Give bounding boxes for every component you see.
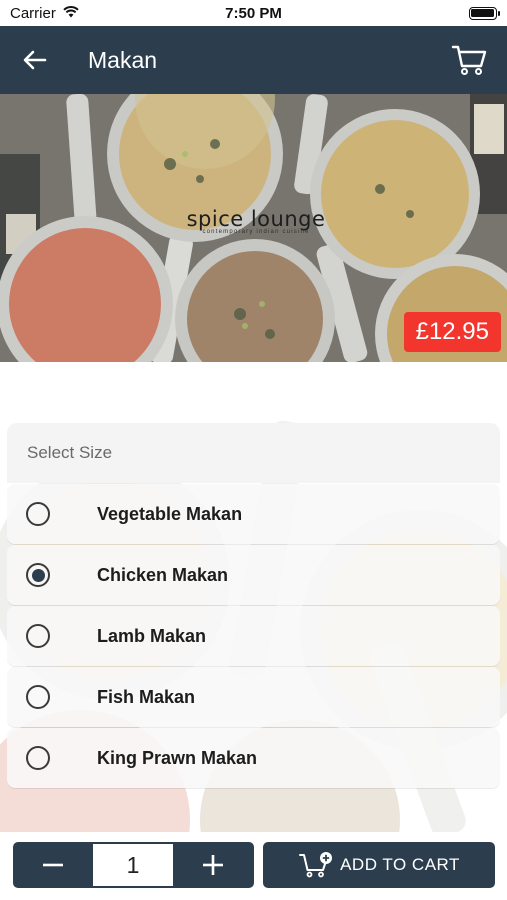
- option-king-prawn-makan[interactable]: King Prawn Makan: [7, 728, 500, 788]
- price-badge: £12.95: [403, 312, 501, 352]
- hero-image: spice lounge contemporary indian cuisine…: [0, 94, 507, 362]
- option-vegetable-makan[interactable]: Vegetable Makan: [7, 484, 500, 544]
- option-label: Chicken Makan: [97, 564, 229, 585]
- logo-name: spice lounge: [186, 207, 326, 231]
- radio-button[interactable]: [26, 746, 50, 770]
- cart-button[interactable]: [439, 26, 499, 94]
- back-button[interactable]: [0, 26, 70, 94]
- option-chicken-makan[interactable]: Chicken Makan: [7, 545, 500, 605]
- bottom-bar: 1 ADD TO CART: [0, 832, 507, 900]
- increase-quantity-button[interactable]: [173, 842, 253, 888]
- option-fish-makan[interactable]: Fish Makan: [7, 667, 500, 727]
- plus-icon: [203, 855, 223, 875]
- option-label: Fish Makan: [97, 686, 196, 707]
- back-arrow-icon: [23, 50, 47, 70]
- status-left: Carrier: [10, 5, 170, 22]
- add-to-cart-label: ADD TO CART: [340, 855, 460, 874]
- battery-icon: [468, 6, 500, 20]
- option-label: Lamb Makan: [97, 625, 207, 646]
- option-lamb-makan[interactable]: Lamb Makan: [7, 606, 500, 666]
- restaurant-logo: spice lounge contemporary indian cuisine: [186, 207, 326, 235]
- option-label: King Prawn Makan: [97, 747, 258, 768]
- nav-bar: Makan: [0, 26, 507, 94]
- size-options: Select Size Vegetable Makan Chicken Maka…: [7, 423, 500, 789]
- quantity-field[interactable]: 1: [93, 844, 173, 886]
- decrease-quantity-button[interactable]: [13, 842, 93, 888]
- minus-icon: [43, 863, 63, 867]
- quantity-stepper: 1: [13, 842, 254, 888]
- radio-button[interactable]: [26, 685, 50, 709]
- add-to-cart-button[interactable]: ADD TO CART: [263, 842, 495, 888]
- status-time: 7:50 PM: [225, 4, 282, 22]
- logo-tagline: contemporary indian cuisine: [202, 229, 310, 235]
- radio-dot: [31, 568, 45, 582]
- carrier-label: Carrier: [10, 4, 56, 22]
- status-right: [337, 6, 500, 20]
- radio-button[interactable]: [26, 502, 50, 526]
- cart-icon: [451, 45, 487, 75]
- select-size-header: Select Size: [7, 423, 500, 483]
- radio-button[interactable]: [26, 624, 50, 648]
- wifi-icon: [62, 5, 80, 22]
- cart-add-icon: [299, 852, 333, 878]
- status-bar: Carrier 7:50 PM: [0, 0, 507, 26]
- page-title: Makan: [88, 46, 158, 73]
- radio-button-selected[interactable]: [26, 563, 50, 587]
- option-label: Vegetable Makan: [97, 503, 243, 524]
